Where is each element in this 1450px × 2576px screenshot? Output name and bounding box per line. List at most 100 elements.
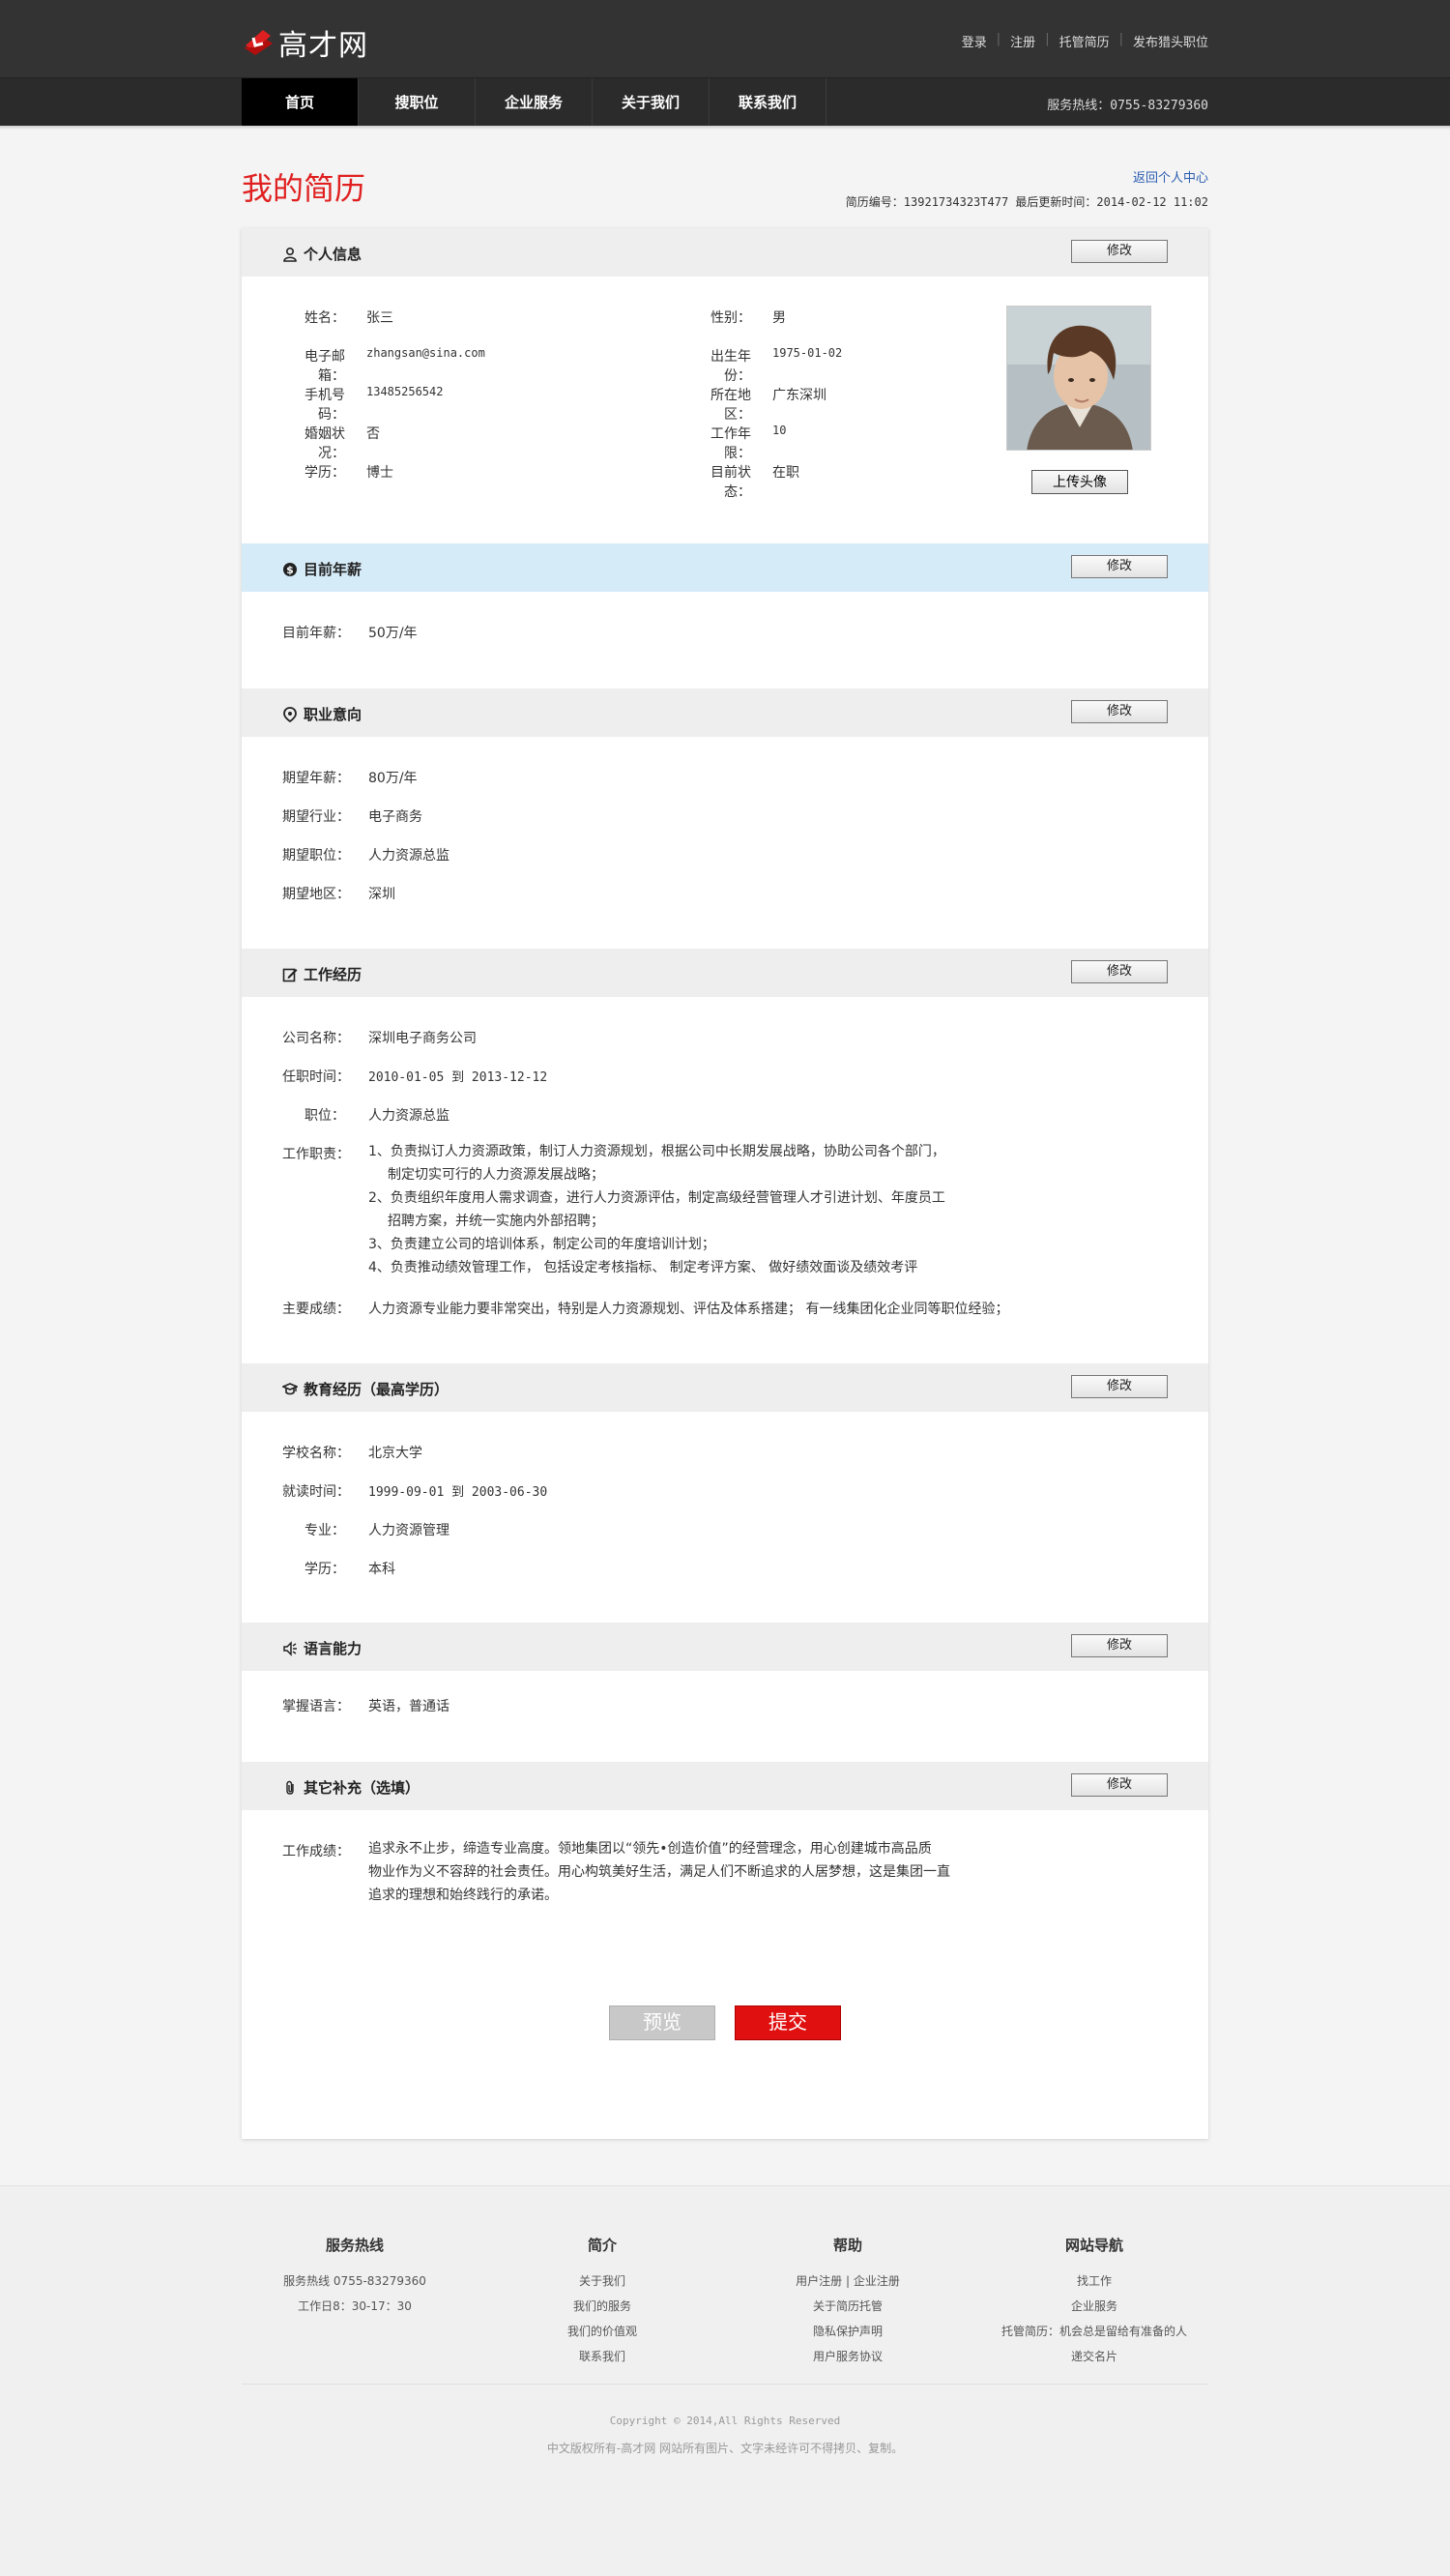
footer-link[interactable]: 关于简历托管	[732, 2294, 964, 2319]
logo-icon	[242, 26, 275, 59]
preview-button[interactable]: 预览	[609, 2005, 715, 2040]
edit-education-button[interactable]: 修改	[1071, 1375, 1168, 1398]
work-experience-title: 工作经历	[304, 966, 362, 983]
nav-shadow	[0, 126, 1450, 130]
field-row: 婚姻状况： 否	[282, 424, 380, 462]
field-row: 公司名称： 深圳电子商务公司	[282, 1028, 477, 1047]
field-value: 博士	[366, 465, 393, 481]
footer-link[interactable]: 企业服务	[978, 2294, 1210, 2319]
field-value: 13485256542	[366, 385, 444, 398]
duty-line: 4、负责推动绩效管理工作， 包括设定考核指标、 制定考评方案、 做好绩效面谈及绩…	[368, 1260, 918, 1275]
work-experience-header: 工作经历 修改	[242, 949, 1208, 997]
field-row: 学历： 本科	[282, 1559, 395, 1578]
duty-line: 招聘方案，并统一实施内外部招聘；	[388, 1214, 604, 1229]
register-link[interactable]: 注册	[1010, 32, 1035, 50]
footer-link[interactable]: 隐私保护声明	[732, 2319, 964, 2344]
footer-link[interactable]: 关于我们	[486, 2269, 718, 2294]
field-row: 期望年薪： 80万/年	[282, 768, 418, 787]
field-row: 职位： 人力资源总监	[282, 1105, 450, 1125]
nav-item-contact-us[interactable]: 联系我们	[710, 78, 826, 127]
field-label: 目前状态：	[710, 465, 751, 500]
field-row: 掌握语言： 英语，普通话	[282, 1696, 450, 1715]
field-value: 人力资源总监	[368, 848, 450, 864]
field-label: 专业：	[304, 1523, 345, 1538]
text-line: 追求的理想和始终践行的承诺。	[368, 1888, 558, 1903]
salary-title: 目前年薪	[304, 561, 362, 578]
field-label: 期望职位：	[282, 848, 350, 864]
edit-personal-info-button[interactable]: 修改	[1071, 240, 1168, 263]
back-to-personal-center-link[interactable]: 返回个人中心	[1133, 167, 1208, 186]
edit-career-intention-button[interactable]: 修改	[1071, 700, 1168, 723]
footer-link[interactable]: 我们的价值观	[486, 2319, 718, 2344]
field-label: 任职时间：	[282, 1069, 350, 1085]
edit-salary-button[interactable]: 修改	[1071, 555, 1168, 578]
nav-item-enterprise-services[interactable]: 企业服务	[476, 78, 593, 127]
field-label: 工作年限：	[710, 426, 751, 461]
career-intention-title: 职业意向	[304, 706, 362, 723]
footer-link[interactable]: 递交名片	[978, 2344, 1210, 2369]
footer-link[interactable]: 托管简历：机会总是留给有准备的人	[978, 2319, 1210, 2344]
copyright-notice: 中文版权所有-高才网 网站所有图片、文字未经许可不得拷贝、复制。	[546, 2442, 904, 2455]
field-label: 学历：	[304, 465, 345, 481]
field-value: 人力资源总监	[368, 1108, 450, 1124]
resume-card: 个人信息 修改 姓名： 张三 电子邮箱： zhangsan@sina.com 手…	[242, 228, 1208, 2139]
field-label: 学校名称：	[282, 1446, 350, 1461]
field-label: 目前年薪：	[282, 626, 350, 641]
field-value: 本科	[368, 1562, 395, 1577]
footer-link[interactable]: 联系我们	[486, 2344, 718, 2369]
section-title: 其它补充（选填）	[282, 1777, 420, 1798]
field-row: 期望行业： 电子商务	[282, 806, 422, 826]
footer: 服务热线 服务热线 0755-83279360 工作日8：30-17：30 简介…	[0, 2185, 1450, 2576]
copyright: Copyright © 2014,All Rights Reserved	[609, 2415, 841, 2427]
section-title: 职业意向	[282, 704, 362, 724]
nav-item-about-us[interactable]: 关于我们	[593, 78, 710, 127]
avatar-photo	[1006, 306, 1151, 451]
footer-link[interactable]: 用户注册 | 企业注册	[732, 2269, 964, 2294]
field-row: 目前年薪： 50万/年	[282, 623, 418, 642]
field-value: 1999-09-01 到 2003-06-30	[368, 1485, 548, 1500]
field-label: 就读时间：	[282, 1484, 350, 1500]
footer-text: 服务热线 0755-83279360	[283, 2274, 426, 2288]
footer-column-title: 帮助	[832, 2237, 862, 2254]
field-label: 职位：	[304, 1108, 345, 1124]
top-bar: 高才网 登录 | 注册 | 托管简历 | 发布猎头职位	[0, 0, 1450, 77]
field-value: 人力资源专业能力要非常突出，特别是人力资源规划、评估及体系搭建； 有一线集团化企…	[368, 1302, 1009, 1317]
separator: |	[1118, 32, 1123, 46]
personal-info-title: 个人信息	[304, 246, 362, 263]
footer-link[interactable]: 用户服务协议	[732, 2344, 964, 2369]
other-info-text: 追求永不止步，缔造专业高度。领地集团以“领先•创造价值”的经营理念，用心创建城市…	[368, 1837, 950, 1907]
field-row: 目前状态： 在职	[688, 462, 799, 501]
service-hotline: 服务热线：0755-83279360	[1047, 99, 1208, 113]
upload-avatar-button[interactable]: 上传头像	[1031, 470, 1128, 494]
field-value: 深圳电子商务公司	[368, 1031, 477, 1046]
footer-link[interactable]: 找工作	[978, 2269, 1210, 2294]
field-value: zhangsan@sina.com	[366, 346, 485, 360]
field-row: 电子邮箱： zhangsan@sina.com	[282, 346, 485, 385]
field-label: 工作成绩：	[282, 1844, 350, 1859]
field-value: 深圳	[368, 887, 395, 902]
field-label: 期望年薪：	[282, 771, 350, 786]
footer-column-title: 简介	[587, 2237, 617, 2254]
submit-button[interactable]: 提交	[735, 2005, 841, 2040]
nav-item-search-jobs[interactable]: 搜职位	[359, 78, 476, 127]
field-label: 所在地区：	[710, 388, 751, 423]
graduation-cap-icon	[282, 1382, 298, 1394]
nav-item-home[interactable]: 首页	[242, 78, 359, 127]
field-value: 电子商务	[368, 809, 422, 825]
duty-line: 3、负责建立公司的培训体系，制定公司的年度培训计划；	[368, 1237, 715, 1252]
duty-list: 1、负责拟订人力资源政策，制订人力资源规划，根据公司中长期发展战略，协助公司各个…	[368, 1140, 945, 1279]
edit-work-experience-button[interactable]: 修改	[1071, 960, 1168, 983]
field-row: 工作职责：	[282, 1144, 368, 1163]
edit-language-button[interactable]: 修改	[1071, 1634, 1168, 1657]
login-link[interactable]: 登录	[962, 32, 987, 50]
site-logo[interactable]: 高才网	[242, 21, 368, 64]
footer-column-title: 网站导航	[1064, 2237, 1123, 2254]
field-row: 工作年限： 10	[688, 424, 786, 462]
host-resume-link[interactable]: 托管简历	[1059, 32, 1110, 50]
field-label: 工作职责：	[282, 1147, 350, 1162]
post-headhunter-job-link[interactable]: 发布猎头职位	[1133, 32, 1208, 50]
footer-link[interactable]: 我们的服务	[486, 2294, 718, 2319]
edit-other-info-button[interactable]: 修改	[1071, 1773, 1168, 1797]
salary-header: $ 目前年薪 修改	[242, 543, 1208, 592]
field-label: 出生年份：	[710, 349, 751, 384]
